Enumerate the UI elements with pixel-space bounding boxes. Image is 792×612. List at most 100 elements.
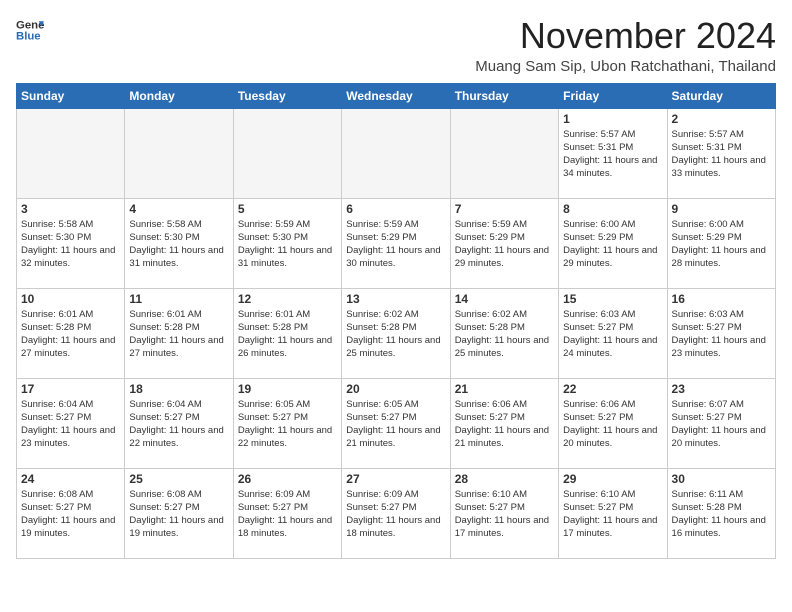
- month-title: November 2024: [475, 16, 776, 56]
- day-number: 27: [346, 472, 445, 486]
- day-info: Sunrise: 6:10 AMSunset: 5:27 PMDaylight:…: [563, 488, 662, 541]
- calendar-week-row: 1 Sunrise: 5:57 AMSunset: 5:31 PMDaylight…: [17, 108, 776, 198]
- page-header: General Blue November 2024 Muang Sam Sip…: [16, 16, 776, 75]
- calendar-cell: 26 Sunrise: 6:09 AMSunset: 5:27 PMDayligh…: [233, 468, 341, 558]
- calendar-cell: 9 Sunrise: 6:00 AMSunset: 5:29 PMDaylight…: [667, 198, 775, 288]
- day-info: Sunrise: 6:07 AMSunset: 5:27 PMDaylight:…: [672, 398, 771, 451]
- calendar-cell: [17, 108, 125, 198]
- day-info: Sunrise: 6:02 AMSunset: 5:28 PMDaylight:…: [455, 308, 554, 361]
- day-number: 28: [455, 472, 554, 486]
- day-info: Sunrise: 5:59 AMSunset: 5:30 PMDaylight:…: [238, 218, 337, 271]
- calendar-cell: 28 Sunrise: 6:10 AMSunset: 5:27 PMDayligh…: [450, 468, 558, 558]
- calendar-cell: 4 Sunrise: 5:58 AMSunset: 5:30 PMDaylight…: [125, 198, 233, 288]
- day-info: Sunrise: 6:01 AMSunset: 5:28 PMDaylight:…: [238, 308, 337, 361]
- calendar-cell: 12 Sunrise: 6:01 AMSunset: 5:28 PMDayligh…: [233, 288, 341, 378]
- day-info: Sunrise: 5:57 AMSunset: 5:31 PMDaylight:…: [563, 128, 662, 181]
- day-number: 24: [21, 472, 120, 486]
- day-info: Sunrise: 6:00 AMSunset: 5:29 PMDaylight:…: [672, 218, 771, 271]
- logo-icon: General Blue: [16, 16, 44, 44]
- calendar-cell: 15 Sunrise: 6:03 AMSunset: 5:27 PMDayligh…: [559, 288, 667, 378]
- calendar-cell: [233, 108, 341, 198]
- calendar-table: SundayMondayTuesdayWednesdayThursdayFrid…: [16, 83, 776, 559]
- svg-text:General: General: [16, 19, 44, 31]
- day-number: 17: [21, 382, 120, 396]
- calendar-cell: 11Sunrise: 6:01 AMSunset: 5:28 PMDayligh…: [125, 288, 233, 378]
- calendar-cell: 2 Sunrise: 5:57 AMSunset: 5:31 PMDaylight…: [667, 108, 775, 198]
- day-info: Sunrise: 6:05 AMSunset: 5:27 PMDaylight:…: [346, 398, 445, 451]
- calendar-cell: 24 Sunrise: 6:08 AMSunset: 5:27 PMDayligh…: [17, 468, 125, 558]
- calendar-cell: [125, 108, 233, 198]
- day-number: 1: [563, 112, 662, 126]
- calendar-cell: [450, 108, 558, 198]
- day-info: Sunrise: 6:06 AMSunset: 5:27 PMDaylight:…: [563, 398, 662, 451]
- calendar-cell: 6 Sunrise: 5:59 AMSunset: 5:29 PMDaylight…: [342, 198, 450, 288]
- day-number: 26: [238, 472, 337, 486]
- weekday-header: Sunday: [17, 83, 125, 108]
- day-info: Sunrise: 5:59 AMSunset: 5:29 PMDaylight:…: [346, 218, 445, 271]
- day-info: Sunrise: 6:08 AMSunset: 5:27 PMDaylight:…: [129, 488, 228, 541]
- day-info: Sunrise: 5:57 AMSunset: 5:31 PMDaylight:…: [672, 128, 771, 181]
- calendar-cell: 8Sunrise: 6:00 AMSunset: 5:29 PMDaylight…: [559, 198, 667, 288]
- day-info: Sunrise: 6:02 AMSunset: 5:28 PMDaylight:…: [346, 308, 445, 361]
- location: Muang Sam Sip, Ubon Ratchathani, Thailan…: [475, 58, 776, 75]
- day-info: Sunrise: 6:04 AMSunset: 5:27 PMDaylight:…: [129, 398, 228, 451]
- day-info: Sunrise: 5:58 AMSunset: 5:30 PMDaylight:…: [129, 218, 228, 271]
- title-block: November 2024 Muang Sam Sip, Ubon Ratcha…: [475, 16, 776, 75]
- calendar-cell: 30Sunrise: 6:11 AMSunset: 5:28 PMDayligh…: [667, 468, 775, 558]
- weekday-header: Monday: [125, 83, 233, 108]
- day-info: Sunrise: 6:10 AMSunset: 5:27 PMDaylight:…: [455, 488, 554, 541]
- day-number: 22: [563, 382, 662, 396]
- day-number: 16: [672, 292, 771, 306]
- calendar-week-row: 10 Sunrise: 6:01 AMSunset: 5:28 PMDayligh…: [17, 288, 776, 378]
- day-info: Sunrise: 6:09 AMSunset: 5:27 PMDaylight:…: [238, 488, 337, 541]
- day-number: 13: [346, 292, 445, 306]
- day-number: 9: [672, 202, 771, 216]
- day-number: 4: [129, 202, 228, 216]
- day-number: 15: [563, 292, 662, 306]
- svg-text:Blue: Blue: [16, 31, 41, 43]
- weekday-header: Friday: [559, 83, 667, 108]
- weekday-header: Thursday: [450, 83, 558, 108]
- day-number: 23: [672, 382, 771, 396]
- day-info: Sunrise: 6:06 AMSunset: 5:27 PMDaylight:…: [455, 398, 554, 451]
- calendar-week-row: 17 Sunrise: 6:04 AMSunset: 5:27 PMDayligh…: [17, 378, 776, 468]
- day-number: 6: [346, 202, 445, 216]
- calendar-cell: 27Sunrise: 6:09 AMSunset: 5:27 PMDayligh…: [342, 468, 450, 558]
- calendar-cell: 7 Sunrise: 5:59 AMSunset: 5:29 PMDaylight…: [450, 198, 558, 288]
- day-info: Sunrise: 6:01 AMSunset: 5:28 PMDaylight:…: [129, 308, 228, 361]
- day-info: Sunrise: 6:03 AMSunset: 5:27 PMDaylight:…: [563, 308, 662, 361]
- calendar-cell: 19 Sunrise: 6:05 AMSunset: 5:27 PMDayligh…: [233, 378, 341, 468]
- day-number: 14: [455, 292, 554, 306]
- day-number: 18: [129, 382, 228, 396]
- day-number: 10: [21, 292, 120, 306]
- calendar-week-row: 3 Sunrise: 5:58 AMSunset: 5:30 PMDaylight…: [17, 198, 776, 288]
- day-number: 19: [238, 382, 337, 396]
- header-row: SundayMondayTuesdayWednesdayThursdayFrid…: [17, 83, 776, 108]
- day-number: 30: [672, 472, 771, 486]
- calendar-cell: 25 Sunrise: 6:08 AMSunset: 5:27 PMDayligh…: [125, 468, 233, 558]
- day-info: Sunrise: 6:01 AMSunset: 5:28 PMDaylight:…: [21, 308, 120, 361]
- day-number: 2: [672, 112, 771, 126]
- day-info: Sunrise: 6:05 AMSunset: 5:27 PMDaylight:…: [238, 398, 337, 451]
- logo: General Blue: [16, 16, 44, 44]
- calendar-cell: 21Sunrise: 6:06 AMSunset: 5:27 PMDayligh…: [450, 378, 558, 468]
- weekday-header: Saturday: [667, 83, 775, 108]
- weekday-header: Tuesday: [233, 83, 341, 108]
- calendar-cell: 14 Sunrise: 6:02 AMSunset: 5:28 PMDayligh…: [450, 288, 558, 378]
- calendar-cell: 1 Sunrise: 5:57 AMSunset: 5:31 PMDaylight…: [559, 108, 667, 198]
- calendar-cell: 17Sunrise: 6:04 AMSunset: 5:27 PMDayligh…: [17, 378, 125, 468]
- day-number: 7: [455, 202, 554, 216]
- day-info: Sunrise: 6:00 AMSunset: 5:29 PMDaylight:…: [563, 218, 662, 271]
- day-number: 3: [21, 202, 120, 216]
- day-number: 25: [129, 472, 228, 486]
- day-info: Sunrise: 5:58 AMSunset: 5:30 PMDaylight:…: [21, 218, 120, 271]
- calendar-week-row: 24 Sunrise: 6:08 AMSunset: 5:27 PMDayligh…: [17, 468, 776, 558]
- day-info: Sunrise: 6:08 AMSunset: 5:27 PMDaylight:…: [21, 488, 120, 541]
- calendar-cell: 13 Sunrise: 6:02 AMSunset: 5:28 PMDayligh…: [342, 288, 450, 378]
- day-number: 29: [563, 472, 662, 486]
- day-number: 12: [238, 292, 337, 306]
- calendar-cell: 23 Sunrise: 6:07 AMSunset: 5:27 PMDayligh…: [667, 378, 775, 468]
- day-number: 5: [238, 202, 337, 216]
- day-info: Sunrise: 5:59 AMSunset: 5:29 PMDaylight:…: [455, 218, 554, 271]
- calendar-cell: [342, 108, 450, 198]
